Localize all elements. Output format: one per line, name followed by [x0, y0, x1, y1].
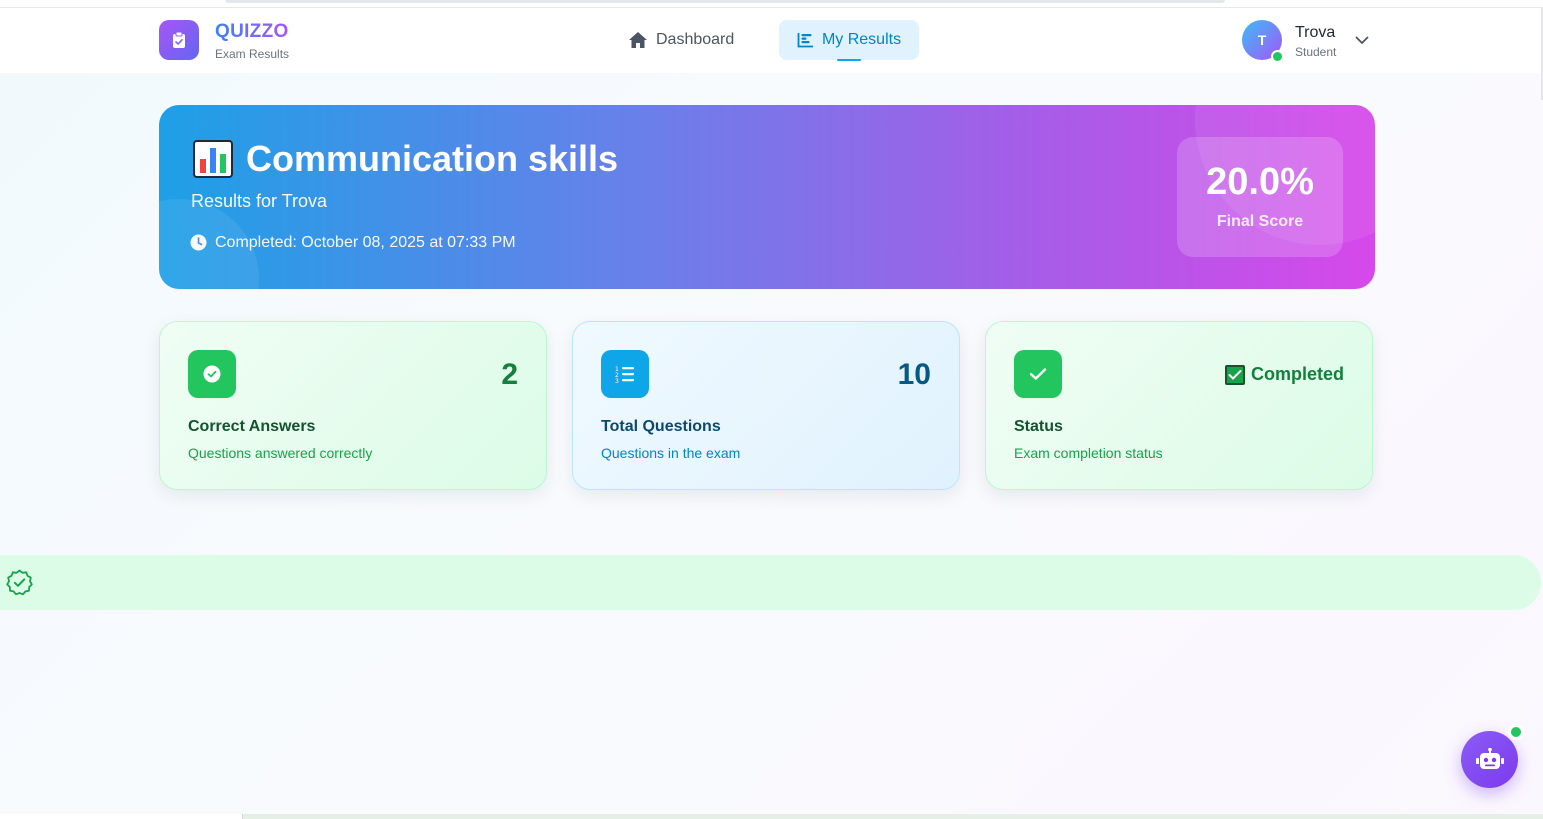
verified-badge-icon [6, 569, 33, 596]
total-questions-card: 1 2 3 10 Total Questions Questions in th… [572, 321, 960, 490]
top-navbar: QUIZZO Exam Results Dashboard My Results… [0, 8, 1543, 73]
checkbox-checked-icon [1224, 364, 1245, 385]
total-questions-description: Questions in the exam [601, 445, 741, 461]
correct-answers-description: Questions answered correctly [188, 445, 373, 461]
nav-my-results-label: My Results [821, 31, 902, 48]
nav-dashboard[interactable]: Dashboard [616, 20, 746, 60]
final-score-label: Final Score [1216, 213, 1304, 230]
active-nav-indicator [837, 59, 861, 61]
exam-subtitle: Results for Trova [191, 191, 328, 211]
brand-logo[interactable] [159, 20, 199, 60]
correct-answers-card: 2 Correct Answers Questions answered cor… [159, 321, 547, 490]
home-icon [629, 32, 647, 48]
online-status-dot [1271, 50, 1284, 63]
chart-bar-icon [797, 33, 813, 48]
brand-subtitle: Exam Results [215, 47, 290, 61]
clipboard-icon [173, 31, 185, 48]
list-ol-icon: 1 2 3 [601, 350, 649, 398]
final-score-value: 20.0% [1206, 161, 1314, 203]
chatbot-online-dot [1508, 724, 1524, 740]
exam-title: Communication skills [246, 138, 619, 179]
correct-answers-title: Correct Answers [188, 418, 316, 435]
final-score-box: 20.0% Final Score [1177, 137, 1343, 257]
chatbot-button[interactable] [1461, 731, 1518, 788]
total-questions-title: Total Questions [601, 418, 721, 435]
taskbar [0, 814, 1543, 819]
correct-answers-value: 2 [501, 358, 518, 391]
robot-icon [1475, 747, 1504, 769]
bar-chart-emoji-icon [193, 140, 233, 178]
status-value-text: Completed [1250, 364, 1344, 384]
clock-icon [190, 234, 207, 251]
svg-text:3: 3 [615, 378, 619, 383]
completed-timestamp: Completed: October 08, 2025 at 07:33 PM [215, 234, 516, 251]
chevron-down-icon[interactable] [1354, 32, 1370, 48]
brand-title[interactable]: QUIZZO [215, 21, 289, 43]
nav-dashboard-label: Dashboard [656, 31, 735, 48]
check-icon [1014, 350, 1062, 398]
user-name[interactable]: Trova [1295, 24, 1335, 42]
result-message-banner [0, 555, 1541, 610]
status-description: Exam completion status [1014, 445, 1163, 461]
user-role: Student [1295, 45, 1337, 59]
status-value: Completed [1224, 364, 1344, 385]
nav-my-results[interactable]: My Results [779, 20, 919, 60]
status-title: Status [1014, 418, 1063, 435]
check-circle-icon [188, 350, 236, 398]
total-questions-value: 10 [897, 358, 931, 391]
browser-top-strip [0, 0, 1543, 8]
status-card: Completed Status Exam completion status [985, 321, 1373, 490]
exam-hero-banner: Communication skills Results for Trova C… [159, 105, 1375, 289]
